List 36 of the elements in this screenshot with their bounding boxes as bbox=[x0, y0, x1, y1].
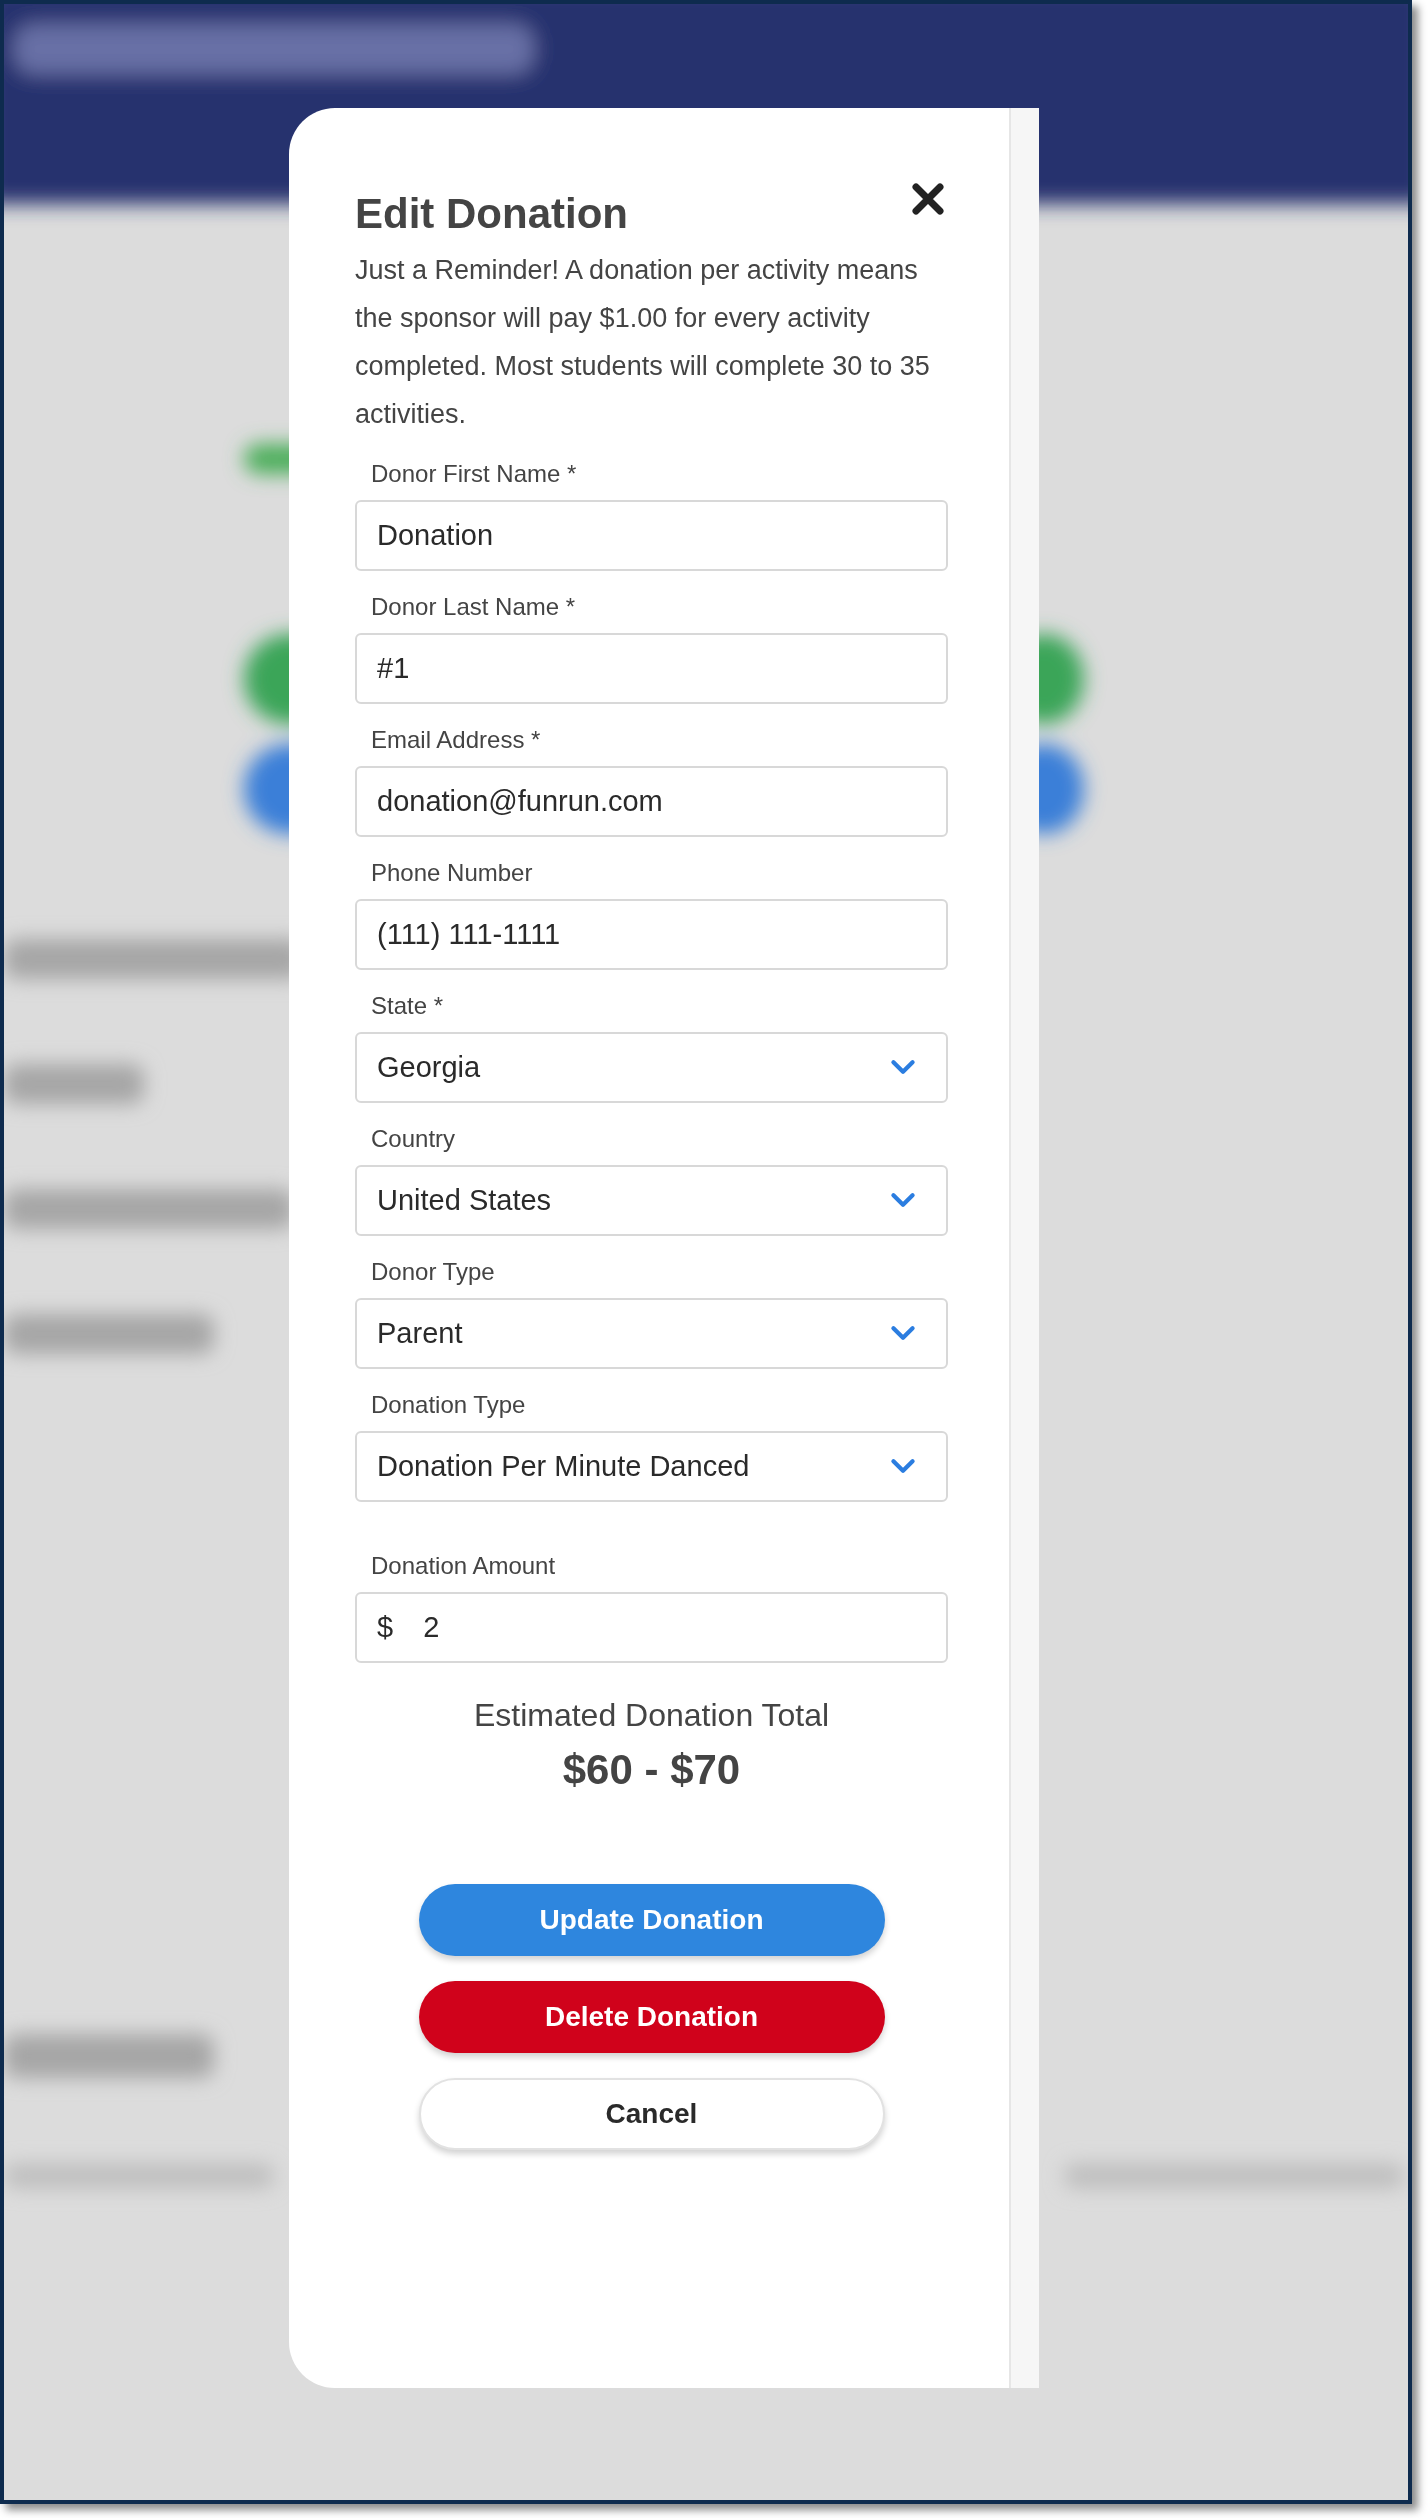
field-label: Email Address * bbox=[370, 726, 542, 754]
field-label: State * bbox=[370, 992, 445, 1020]
field-label: Donor First Name * bbox=[370, 460, 578, 488]
field-value: #1 bbox=[377, 652, 410, 685]
text-field[interactable]: Donation bbox=[355, 500, 948, 571]
text-field[interactable]: #1 bbox=[355, 633, 948, 704]
currency-symbol: $ bbox=[377, 1611, 394, 1644]
amount-field[interactable]: $ 2 bbox=[355, 1592, 948, 1663]
delete-button[interactable]: Delete Donation bbox=[418, 1981, 885, 2053]
field-label: Donor Type bbox=[370, 1258, 496, 1286]
chevron-down-icon bbox=[890, 1458, 916, 1475]
field-value: donation@funrun.com bbox=[377, 785, 663, 818]
estimate-label: Estimated Donation Total bbox=[472, 1697, 831, 1734]
reminder-text: Just a Reminder! A donation per activity means the sponsor will pay $1.00 for every activity completed. Most students will complete 30 to 35 activities. bbox=[355, 254, 931, 431]
field-value: 2 bbox=[423, 1611, 440, 1644]
dropdown[interactable]: United States bbox=[355, 1165, 948, 1236]
field-value: (111) 111-1111 bbox=[377, 918, 561, 951]
dropdown[interactable]: Donation Per Minute Danced bbox=[355, 1431, 948, 1502]
field-label: Donor Last Name * bbox=[370, 593, 577, 621]
chevron-down-icon bbox=[890, 1059, 916, 1076]
dropdown[interactable]: Georgia bbox=[355, 1032, 948, 1103]
dialog-title: Edit Donation bbox=[355, 190, 628, 238]
dropdown[interactable]: Parent bbox=[355, 1298, 948, 1369]
cancel-button[interactable]: Cancel bbox=[418, 2078, 885, 2150]
chevron-down-icon bbox=[890, 1325, 916, 1342]
field-value: Donation bbox=[377, 519, 494, 552]
chevron-down-icon bbox=[890, 1192, 916, 1209]
field-label: Country bbox=[370, 1125, 457, 1153]
field-label: Donation Amount bbox=[370, 1552, 557, 1580]
text-field[interactable]: donation@funrun.com bbox=[355, 766, 948, 837]
update-button[interactable]: Update Donation bbox=[418, 1884, 885, 1956]
text-field[interactable]: (111) 111-1111 bbox=[355, 899, 948, 970]
estimate-value: $60 - $70 bbox=[561, 1746, 742, 1794]
field-label: Phone Number bbox=[370, 859, 534, 887]
field-label: Donation Type bbox=[370, 1391, 527, 1419]
close-icon[interactable] bbox=[911, 182, 945, 216]
